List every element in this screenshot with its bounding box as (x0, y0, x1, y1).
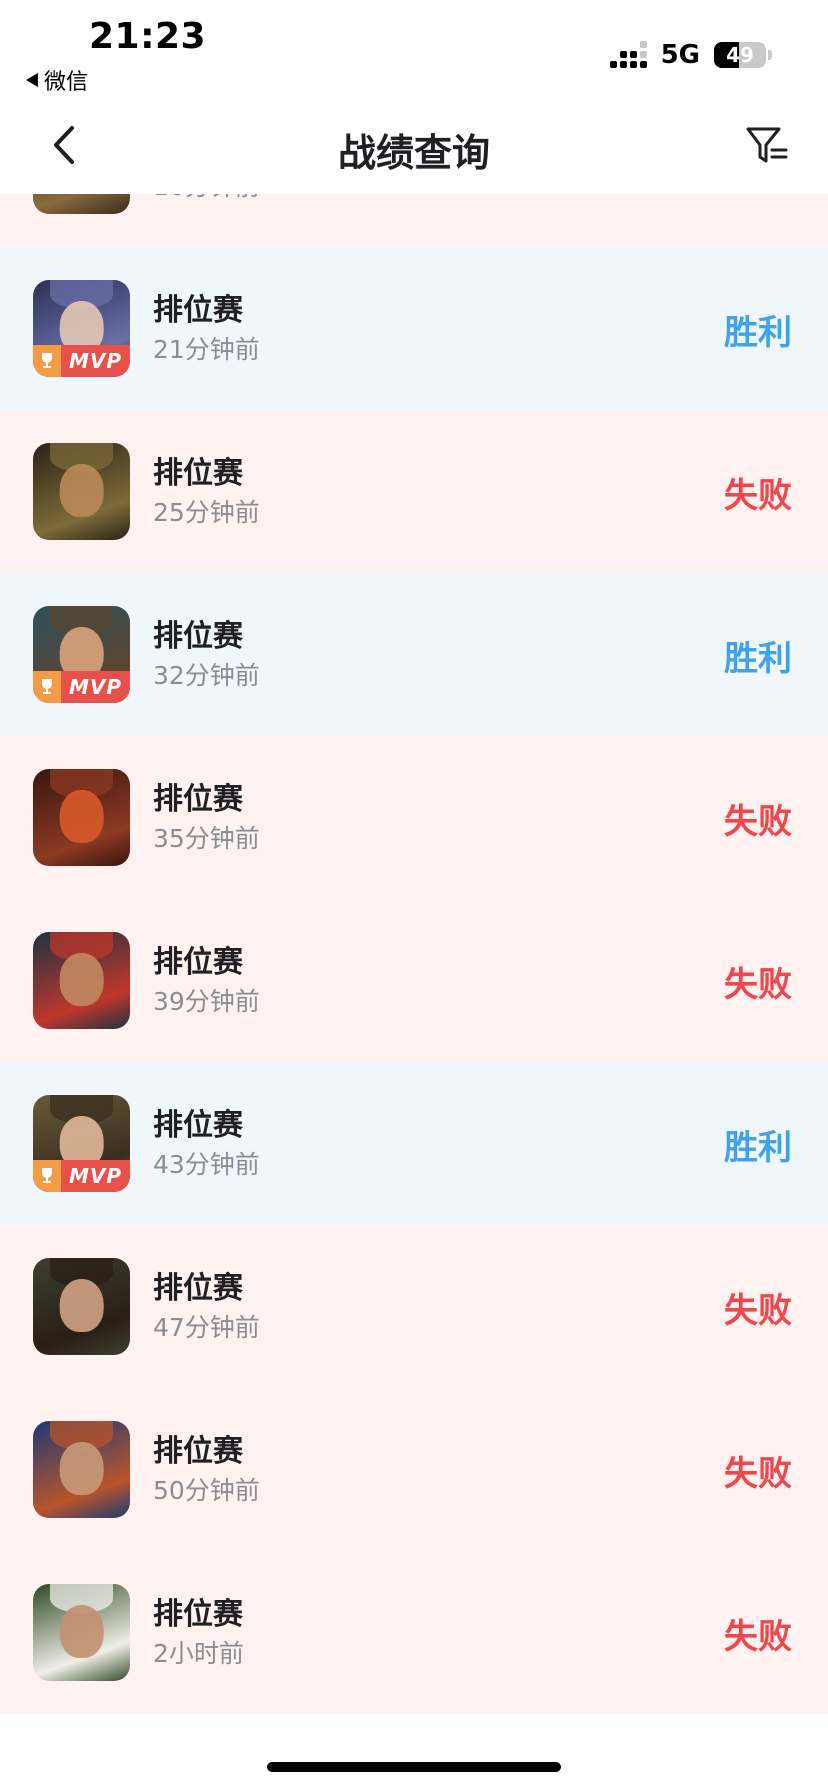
match-row[interactable]: 排位赛 47分钟前 失败 (0, 1225, 828, 1388)
match-result: 胜利 (724, 639, 792, 679)
hero-avatar (33, 1258, 130, 1355)
status-indicators: 5G 49 (609, 40, 772, 70)
match-mode: 排位赛 (153, 1108, 243, 1143)
hero-avatar (33, 443, 130, 540)
match-row[interactable]: 排位赛 50分钟前 失败 (0, 1388, 828, 1551)
match-row[interactable]: MVP 排位赛 32分钟前 胜利 (0, 573, 828, 736)
network-type-label: 5G (660, 40, 700, 70)
mvp-label: MVP (68, 1164, 123, 1188)
match-mode: 排位赛 (153, 619, 243, 654)
back-app-label: 微信 (44, 70, 89, 95)
match-mode: 排位赛 (153, 782, 243, 817)
hero-avatar (33, 1421, 130, 1518)
match-result: 失败 (724, 1617, 792, 1657)
hero-face-shape (59, 464, 104, 517)
match-result: 失败 (724, 476, 792, 516)
match-mode: 排位赛 (153, 1434, 243, 1469)
match-time: 50分钟前 (153, 1476, 260, 1505)
match-time: 39分钟前 (153, 987, 260, 1016)
match-mode: 排位赛 (153, 456, 243, 491)
match-result: 失败 (724, 1454, 792, 1494)
hero-face-shape (59, 1442, 104, 1495)
match-row[interactable]: 排位赛 35分钟前 失败 (0, 736, 828, 899)
match-row[interactable]: MVP 排位赛 43分钟前 胜利 (0, 1062, 828, 1225)
match-history-list-inner: 排位赛16分钟前失败MVP排位赛21分钟前胜利排位赛25分钟前失败MVP排位赛3… (0, 194, 828, 1714)
back-triangle-icon (26, 73, 38, 87)
match-row[interactable]: 排位赛 2小时前 失败 (0, 1551, 828, 1714)
hero-face-shape (59, 1605, 104, 1658)
mvp-label: MVP (68, 675, 123, 699)
battery-percent: 49 (726, 43, 754, 67)
match-time: 16分钟前 (153, 194, 260, 203)
match-time: 32分钟前 (153, 661, 260, 690)
filter-button[interactable] (742, 120, 792, 170)
match-row[interactable]: 排位赛 39分钟前 失败 (0, 899, 828, 1062)
hero-avatar (33, 1584, 130, 1681)
mvp-badge: MVP (33, 345, 130, 377)
match-result: 胜利 (724, 313, 792, 353)
status-bar: 21:23 微信 5G 49 (0, 0, 828, 98)
match-result: 失败 (724, 802, 792, 842)
match-mode: 排位赛 (153, 1597, 243, 1632)
hero-avatar (33, 194, 130, 214)
home-indicator (267, 1762, 561, 1772)
hero-avatar (33, 769, 130, 866)
match-mode: 排位赛 (153, 293, 243, 328)
trophy-icon (33, 345, 61, 377)
filter-icon (746, 127, 788, 163)
mvp-badge: MVP (33, 671, 130, 703)
match-row[interactable]: 排位赛16分钟前失败 (0, 194, 828, 247)
hero-avatar: MVP (33, 280, 130, 377)
match-result: 失败 (724, 965, 792, 1005)
hero-face-shape (59, 790, 104, 843)
match-time: 21分钟前 (153, 335, 260, 364)
status-time: 21:23 (89, 16, 207, 57)
trophy-icon (33, 1160, 61, 1192)
match-row[interactable]: 排位赛 25分钟前 失败 (0, 410, 828, 573)
trophy-icon (33, 671, 61, 703)
match-row[interactable]: MVP 排位赛 21分钟前 胜利 (0, 247, 828, 410)
back-to-wechat-link[interactable]: 微信 (26, 64, 88, 96)
match-time: 35分钟前 (153, 824, 260, 853)
match-history-list[interactable]: 排位赛16分钟前失败MVP排位赛21分钟前胜利排位赛25分钟前失败MVP排位赛3… (0, 194, 828, 1792)
match-time: 2小时前 (153, 1639, 244, 1668)
hero-face-shape (59, 1279, 104, 1332)
match-result: 失败 (724, 1291, 792, 1331)
match-time: 47分钟前 (153, 1313, 260, 1342)
battery-icon: 49 (714, 42, 766, 68)
cellular-signal-icon (609, 41, 647, 68)
hero-face-shape (59, 953, 104, 1006)
hero-avatar: MVP (33, 606, 130, 703)
hero-avatar: MVP (33, 1095, 130, 1192)
mvp-badge: MVP (33, 1160, 130, 1192)
hero-avatar (33, 932, 130, 1029)
match-mode: 排位赛 (153, 945, 243, 980)
match-result: 胜利 (724, 1128, 792, 1168)
mvp-label: MVP (68, 349, 123, 373)
battery-tip (768, 50, 772, 60)
page-title: 战绩查询 (337, 131, 490, 175)
match-time: 25分钟前 (153, 498, 260, 527)
match-time: 43分钟前 (153, 1150, 260, 1179)
nav-bar: 战绩查询 (0, 98, 828, 194)
match-mode: 排位赛 (153, 1271, 243, 1306)
